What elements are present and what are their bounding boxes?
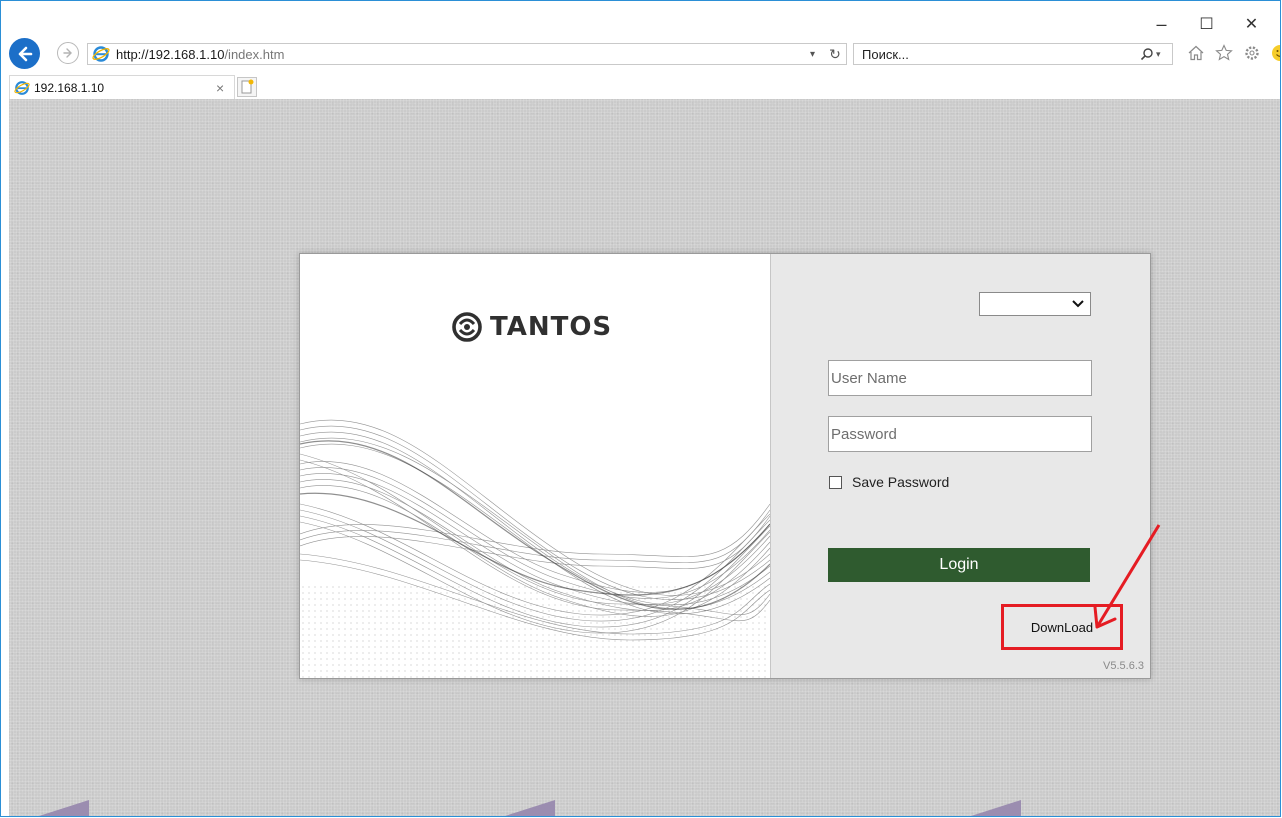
title-bar: – ☐ ✕ bbox=[1, 1, 1280, 37]
save-password-row[interactable]: Save Password bbox=[829, 474, 949, 490]
version-label: V5.5.6.3 bbox=[1103, 660, 1144, 672]
home-icon[interactable] bbox=[1187, 44, 1205, 62]
close-tab-icon[interactable]: × bbox=[216, 80, 234, 96]
username-field[interactable] bbox=[828, 360, 1092, 396]
red-arrow-annotation bbox=[1093, 524, 1161, 629]
address-dropdown-icon[interactable]: ▾ bbox=[810, 49, 824, 60]
browser-window: – ☐ ✕ http://192.168.1.10/index.htm ▾ ↻ bbox=[0, 0, 1281, 817]
background-decoration bbox=[505, 800, 555, 816]
brand-name: TANTOS bbox=[490, 312, 613, 342]
page-viewport: TANTOS User Name Save Password Login Dow… bbox=[9, 99, 1280, 816]
download-link[interactable]: DownLoad bbox=[1031, 620, 1093, 635]
username-input[interactable] bbox=[829, 361, 1091, 395]
internet-explorer-icon bbox=[92, 46, 110, 62]
address-bar[interactable]: http://192.168.1.10/index.htm ▾ ↻ bbox=[87, 43, 847, 65]
gear-icon[interactable] bbox=[1243, 44, 1261, 62]
tantos-logo-icon bbox=[452, 312, 482, 342]
new-tab-icon bbox=[241, 79, 254, 94]
tab-title: 192.168.1.10 bbox=[34, 80, 105, 95]
save-password-label: Save Password bbox=[852, 474, 950, 490]
search-box[interactable]: Поиск... ▾ bbox=[853, 43, 1173, 65]
refresh-icon[interactable]: ↻ bbox=[824, 46, 846, 63]
search-dropdown-icon[interactable]: ▾ bbox=[1156, 49, 1172, 60]
background-decoration bbox=[39, 800, 89, 816]
close-button[interactable]: ✕ bbox=[1229, 13, 1274, 35]
maximize-button[interactable]: ☐ bbox=[1184, 13, 1229, 35]
login-button[interactable]: Login bbox=[828, 548, 1090, 582]
back-arrow-icon bbox=[18, 46, 32, 61]
language-select[interactable] bbox=[979, 292, 1091, 316]
address-url[interactable]: http://192.168.1.10/index.htm bbox=[116, 47, 810, 62]
minimize-button[interactable]: – bbox=[1139, 13, 1184, 35]
tantos-logo: TANTOS bbox=[450, 310, 612, 344]
forward-button[interactable] bbox=[57, 42, 79, 64]
forward-arrow-icon bbox=[63, 48, 72, 58]
address-host: http://192.168.1.10 bbox=[116, 46, 225, 62]
password-input[interactable] bbox=[829, 417, 1091, 451]
login-panel: TANTOS User Name Save Password Login Dow… bbox=[299, 253, 1151, 679]
password-field[interactable] bbox=[828, 416, 1092, 452]
save-password-checkbox[interactable] bbox=[829, 475, 842, 489]
brand-pane: TANTOS bbox=[300, 254, 770, 678]
internet-explorer-icon bbox=[14, 80, 30, 95]
navigation-bar: http://192.168.1.10/index.htm ▾ ↻ Поиск.… bbox=[1, 38, 1280, 69]
search-input[interactable]: Поиск... bbox=[862, 47, 1138, 62]
star-icon[interactable] bbox=[1215, 44, 1233, 62]
chevron-down-icon bbox=[1072, 300, 1084, 308]
wave-graphic bbox=[300, 419, 770, 678]
tab-active[interactable]: 192.168.1.10 × bbox=[9, 75, 235, 99]
tab-strip: 192.168.1.10 × bbox=[1, 73, 1280, 99]
browser-toolbar bbox=[1187, 44, 1280, 62]
background-decoration bbox=[971, 800, 1021, 816]
smiley-icon[interactable] bbox=[1271, 44, 1280, 62]
address-path: /index.htm bbox=[224, 46, 285, 62]
back-button[interactable] bbox=[9, 38, 40, 69]
window-controls: – ☐ ✕ bbox=[1139, 13, 1274, 35]
search-icon[interactable] bbox=[1138, 47, 1156, 61]
new-tab-button[interactable] bbox=[237, 77, 257, 97]
